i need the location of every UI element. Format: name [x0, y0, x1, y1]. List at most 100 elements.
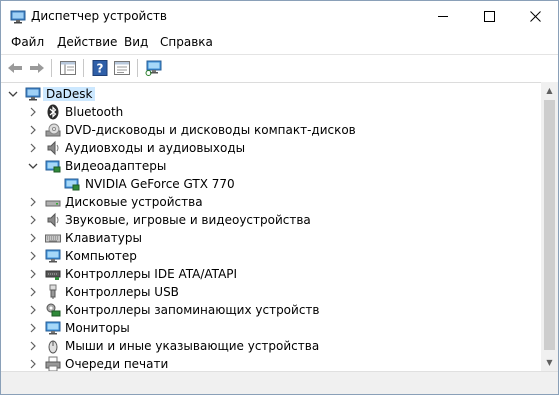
tree-item-label[interactable]: Очереди печати	[65, 357, 168, 371]
tree-item-label[interactable]: Мониторы	[65, 321, 130, 335]
dvd-icon	[45, 123, 61, 137]
tree-item-label[interactable]: Мыши и иные указывающие устройства	[65, 339, 319, 353]
tree-item-label[interactable]: Дисковые устройства	[65, 195, 203, 209]
menu-file[interactable]: Файл	[11, 35, 44, 49]
mouse-icon	[48, 340, 58, 354]
maximize-button[interactable]	[466, 1, 512, 32]
expand-chevron-icon[interactable]	[26, 338, 40, 354]
tree-item-storage-controllers[interactable]: Контроллеры запоминающих устройств	[1, 301, 541, 319]
tree-item-sound-video-game[interactable]: Звуковые, игровые и видеоустройства	[1, 211, 541, 229]
menu-view[interactable]: Вид	[124, 35, 148, 49]
tree-item-nvidia-gtx-770[interactable]: NVIDIA GeForce GTX 770	[1, 175, 541, 193]
console-tree-icon	[60, 61, 76, 75]
minimize-icon	[437, 16, 448, 17]
maximize-icon	[483, 11, 495, 22]
expand-chevron-icon[interactable]	[26, 302, 40, 318]
display-adapter-icon	[64, 178, 80, 191]
menu-bar: Файл Действие Вид Справка	[1, 32, 558, 53]
properties-button[interactable]	[113, 59, 131, 77]
speaker-icon	[47, 212, 59, 228]
keyboard-icon	[45, 234, 61, 243]
expand-chevron-icon[interactable]	[26, 356, 40, 371]
usb-icon	[49, 284, 57, 299]
tree-item-label[interactable]: Компьютер	[65, 249, 137, 263]
tree-item-disk-drives[interactable]: Дисковые устройства	[1, 193, 541, 211]
expand-chevron-icon[interactable]	[26, 212, 40, 228]
tree-item-monitors[interactable]: Мониторы	[1, 319, 541, 337]
tree-root-label[interactable]: DaDesk	[43, 87, 96, 101]
help-button[interactable]: ?	[91, 59, 109, 77]
menu-help[interactable]: Справка	[160, 35, 213, 49]
svg-text:?: ?	[97, 62, 104, 76]
expand-chevron-icon[interactable]	[26, 230, 40, 246]
expand-chevron-icon[interactable]	[26, 140, 40, 156]
storage-icon	[46, 303, 61, 317]
scan-hardware-button[interactable]	[145, 59, 163, 77]
tree-item-label[interactable]: Видеоадаптеры	[65, 159, 166, 173]
expand-chevron-icon[interactable]	[26, 284, 40, 300]
tree-item-print-queues[interactable]: Очереди печати	[1, 355, 541, 371]
expand-chevron-icon[interactable]	[26, 266, 40, 282]
help-icon: ?	[92, 60, 108, 76]
scan-hardware-icon	[145, 60, 162, 76]
monitor-icon	[45, 249, 61, 263]
computer-icon	[25, 87, 41, 101]
tree-item-mice[interactable]: Мыши и иные указывающие устройства	[1, 337, 541, 355]
device-tree[interactable]: DaDesk Bluetooth DVD-дисководы и дисково…	[1, 82, 541, 371]
close-button[interactable]	[512, 1, 558, 32]
bluetooth-icon	[47, 104, 59, 120]
toolbar: ?	[1, 54, 558, 83]
properties-icon	[114, 61, 130, 75]
toolbar-separator	[51, 59, 52, 77]
expand-chevron-icon[interactable]	[26, 320, 40, 336]
tree-item-label[interactable]: Аудиовходы и аудиовыходы	[65, 141, 245, 155]
minimize-button[interactable]	[420, 1, 466, 32]
collapse-chevron-icon[interactable]	[26, 158, 40, 174]
device-manager-window: Диспетчер устройств Файл Действие Вид Сп…	[0, 0, 559, 395]
menu-action[interactable]: Действие	[57, 35, 117, 49]
toolbar-separator	[137, 59, 138, 77]
tree-item-computer[interactable]: Компьютер	[1, 247, 541, 265]
display-adapter-icon	[45, 160, 61, 173]
tree-item-label[interactable]: Bluetooth	[65, 105, 123, 119]
window-title: Диспетчер устройств	[31, 9, 168, 23]
tree-item-label[interactable]: NVIDIA GeForce GTX 770	[85, 177, 235, 191]
tree-item-dvd[interactable]: DVD-дисководы и дисководы компакт-дисков	[1, 121, 541, 139]
forward-arrow-icon	[30, 63, 44, 73]
tree-item-usb-controllers[interactable]: Контроллеры USB	[1, 283, 541, 301]
monitor-icon	[45, 321, 61, 335]
tree-item-ide-controllers[interactable]: Контроллеры IDE ATA/ATAPI	[1, 265, 541, 283]
tree-item-label[interactable]: Контроллеры IDE ATA/ATAPI	[65, 267, 237, 281]
back-arrow-icon	[8, 63, 22, 73]
scroll-down-arrow-icon[interactable]: ▼	[541, 354, 558, 371]
expand-chevron-icon[interactable]	[26, 194, 40, 210]
device-manager-icon	[10, 10, 26, 24]
show-hide-console-tree-button[interactable]	[59, 59, 77, 77]
ide-icon	[45, 270, 61, 280]
expand-chevron-icon[interactable]	[26, 104, 40, 120]
tree-item-audio-io[interactable]: Аудиовходы и аудиовыходы	[1, 139, 541, 157]
collapse-chevron-icon[interactable]	[6, 86, 20, 102]
disk-icon	[45, 200, 61, 207]
scroll-up-arrow-icon[interactable]: ▲	[541, 82, 558, 99]
tree-root[interactable]: DaDesk	[1, 85, 541, 103]
tree-item-label[interactable]: Контроллеры запоминающих устройств	[65, 303, 319, 317]
tree-item-display-adapters[interactable]: Видеоадаптеры	[1, 157, 541, 175]
tree-item-label[interactable]: DVD-дисководы и дисководы компакт-дисков	[65, 123, 356, 137]
tree-item-bluetooth[interactable]: Bluetooth	[1, 103, 541, 121]
tree-item-label[interactable]: Клавиатуры	[65, 231, 142, 245]
back-button[interactable]	[6, 59, 24, 77]
tree-item-label[interactable]: Контроллеры USB	[65, 285, 179, 299]
tree-item-keyboards[interactable]: Клавиатуры	[1, 229, 541, 247]
title-bar[interactable]: Диспетчер устройств	[1, 1, 558, 32]
speaker-icon	[47, 140, 59, 156]
close-icon	[529, 11, 541, 22]
vertical-scrollbar[interactable]: ▲ ▼	[541, 82, 558, 371]
expand-chevron-icon[interactable]	[26, 122, 40, 138]
vertical-scroll-thumb[interactable]	[544, 100, 555, 350]
printer-icon	[45, 356, 61, 371]
tree-item-label[interactable]: Звуковые, игровые и видеоустройства	[65, 213, 311, 227]
horizontal-scrollbar[interactable]	[1, 371, 558, 394]
expand-chevron-icon[interactable]	[26, 248, 40, 264]
forward-button[interactable]	[28, 59, 46, 77]
